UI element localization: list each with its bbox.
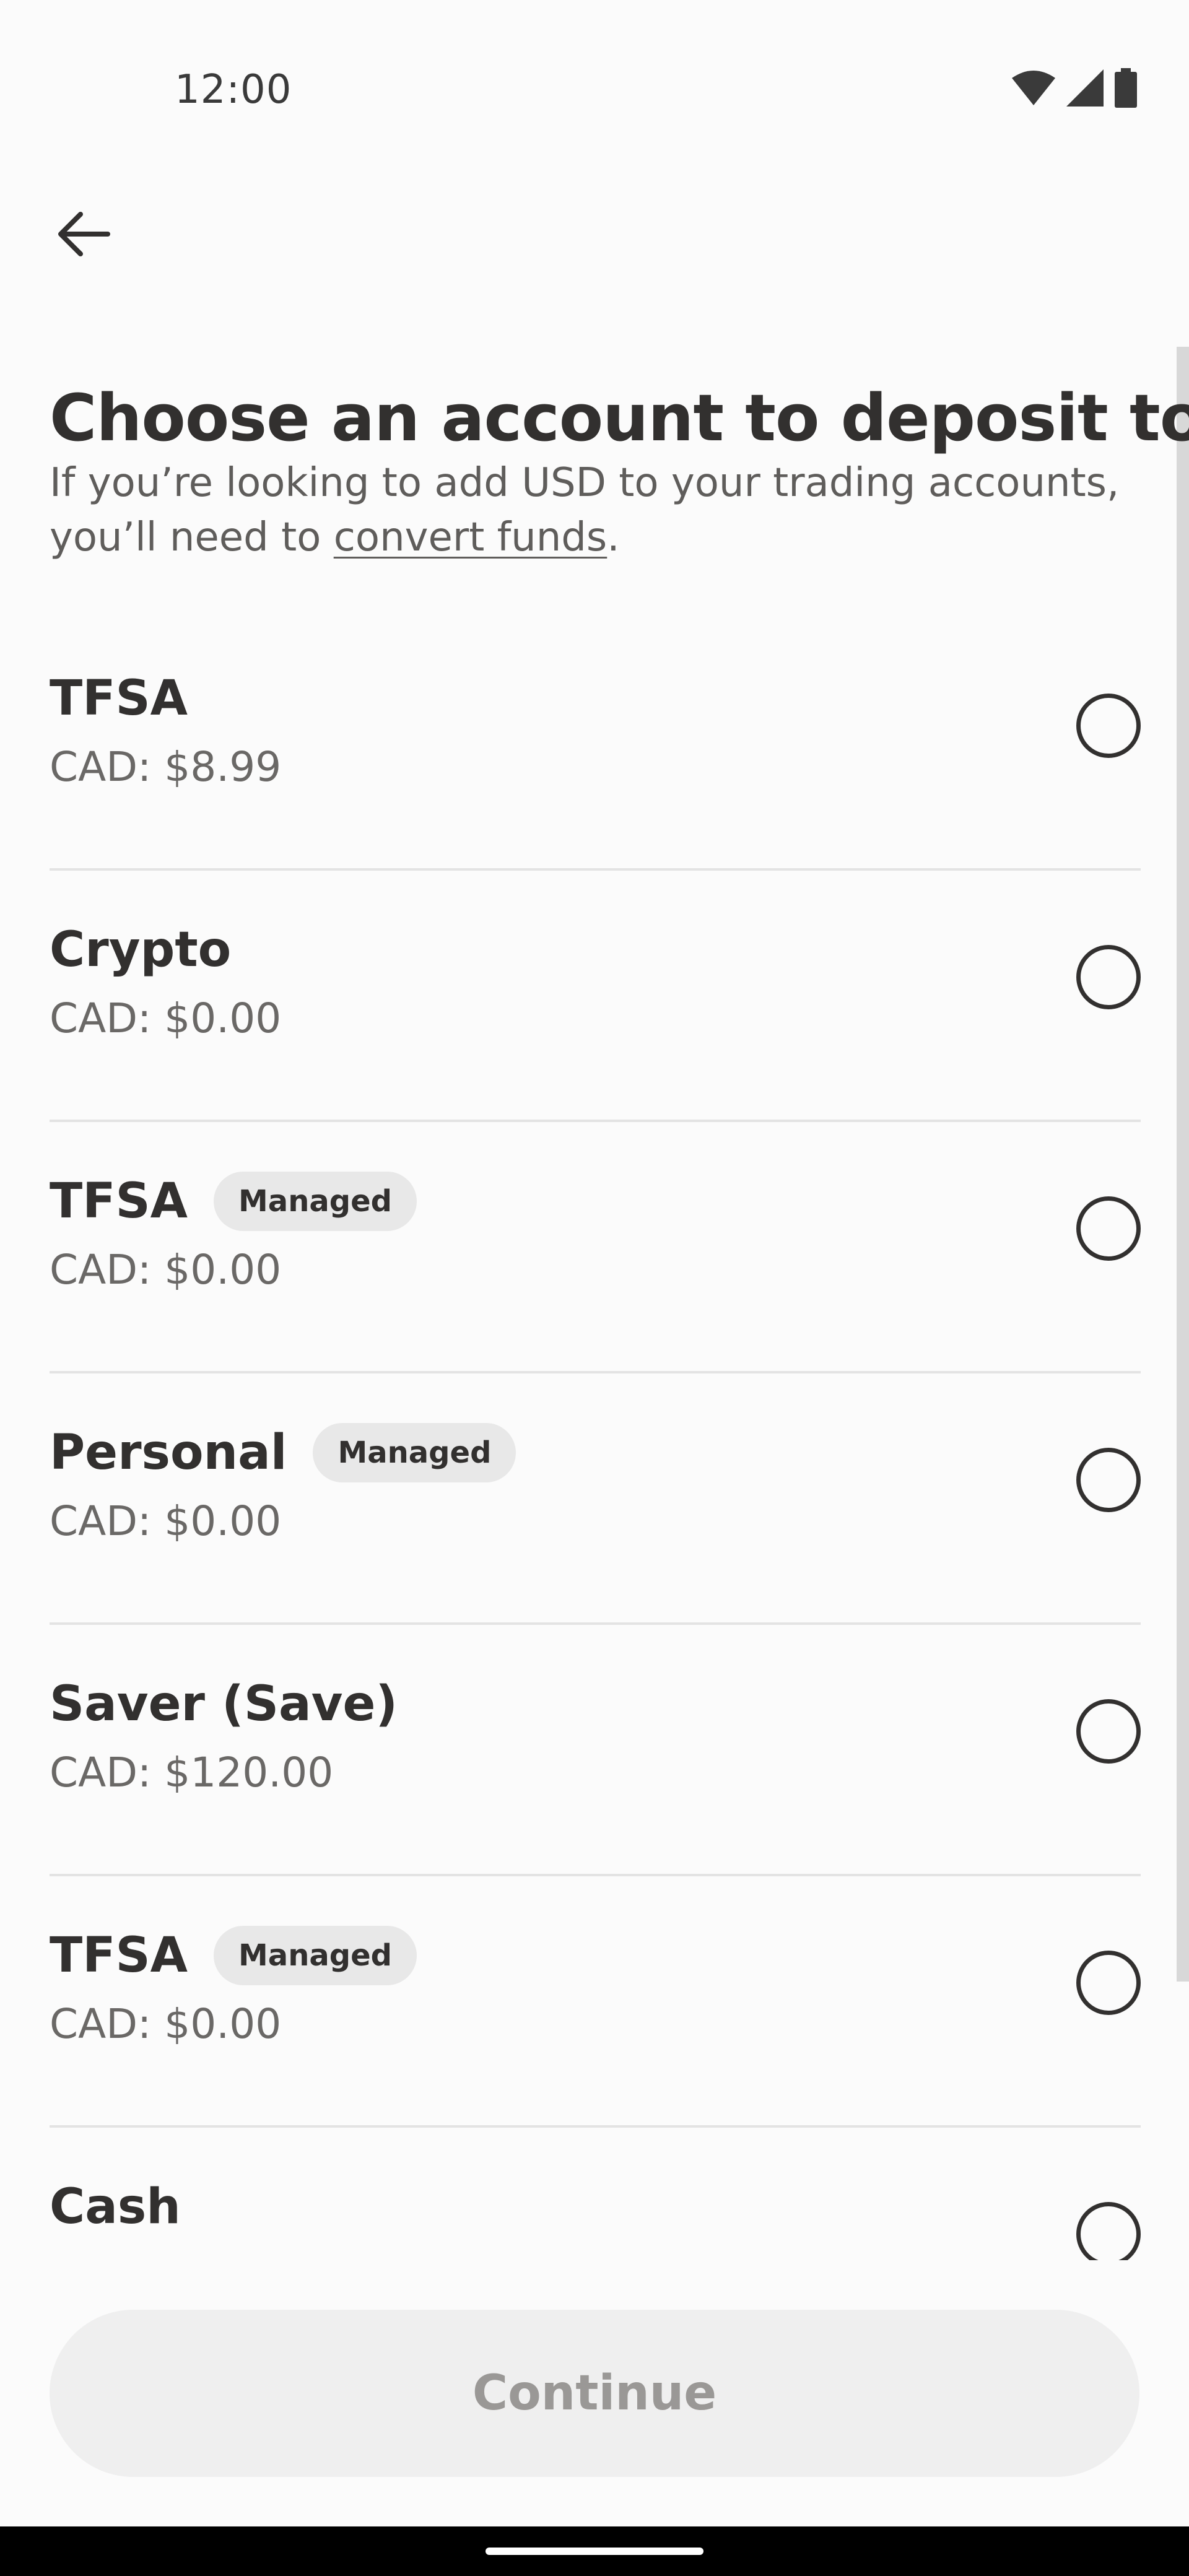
battery-icon (1115, 68, 1137, 110)
page-subtitle: If you’re looking to add USD to your tra… (50, 456, 1139, 565)
managed-badge: Managed (313, 1423, 516, 1482)
account-name-line: Saver (Save) (50, 1673, 398, 1735)
radio-button[interactable] (1076, 694, 1141, 758)
account-name: TFSA (50, 671, 188, 726)
cellular-signal-icon (1066, 69, 1104, 109)
account-balance: CAD: $0.00 (50, 994, 282, 1042)
account-name-line: Personal Managed (50, 1422, 516, 1484)
wifi-icon (1012, 71, 1055, 108)
account-name-line: Crypto (50, 919, 231, 981)
radio-button[interactable] (1076, 2202, 1141, 2260)
account-option-tfsa-managed-2[interactable]: TFSA Managed CAD: $0.00 (50, 1876, 1141, 2128)
home-gesture-handle[interactable] (486, 2548, 703, 2555)
account-option-cash[interactable]: Cash (50, 2128, 1141, 2260)
account-balance: CAD: $0.00 (50, 1246, 282, 1294)
account-balance: CAD: $120.00 (50, 1749, 334, 1796)
back-button[interactable] (47, 198, 121, 272)
account-list: TFSA CAD: $8.99 Crypto CAD: $0.00 TFSA M… (50, 619, 1141, 2260)
managed-badge: Managed (214, 1172, 417, 1231)
account-name: Saver (Save) (50, 1676, 398, 1732)
bottom-bar: Continue (0, 2260, 1189, 2526)
arrow-left-icon (53, 203, 115, 268)
account-name-line: TFSA Managed (50, 1170, 417, 1232)
continue-button[interactable]: Continue (50, 2310, 1139, 2477)
account-name: Personal (50, 1425, 287, 1481)
page-title: Choose an account to deposit to (50, 380, 1189, 456)
account-balance: CAD: $0.00 (50, 1497, 282, 1545)
subtitle-end: . (607, 515, 620, 560)
radio-button[interactable] (1076, 1448, 1141, 1512)
account-option-personal-managed[interactable]: Personal Managed CAD: $0.00 (50, 1373, 1141, 1625)
system-nav-bar (0, 2526, 1189, 2576)
account-balance: CAD: $0.00 (50, 2000, 282, 2048)
scrollbar[interactable] (1177, 347, 1189, 1982)
account-name: Cash (50, 2179, 181, 2235)
account-name: Crypto (50, 922, 232, 978)
radio-button[interactable] (1076, 1196, 1141, 1261)
radio-button[interactable] (1076, 945, 1141, 1009)
account-name: TFSA (50, 1173, 188, 1229)
account-name-line: Cash (50, 2176, 181, 2238)
account-option-crypto[interactable]: Crypto CAD: $0.00 (50, 871, 1141, 1122)
account-name-line: TFSA (50, 668, 188, 729)
account-option-tfsa[interactable]: TFSA CAD: $8.99 (50, 619, 1141, 871)
account-balance: CAD: $8.99 (50, 743, 282, 791)
convert-funds-link[interactable]: convert funds (334, 515, 608, 560)
radio-button[interactable] (1076, 1951, 1141, 2015)
status-bar: 12:00 (0, 0, 1189, 186)
account-option-saver[interactable]: Saver (Save) CAD: $120.00 (50, 1625, 1141, 1876)
account-option-tfsa-managed[interactable]: TFSA Managed CAD: $0.00 (50, 1122, 1141, 1373)
account-name-line: TFSA Managed (50, 1925, 417, 1986)
account-name: TFSA (50, 1928, 188, 1983)
status-time: 12:00 (175, 67, 292, 113)
header: Choose an account to deposit to If you’r… (50, 372, 1189, 565)
radio-button[interactable] (1076, 1699, 1141, 1764)
status-icons (1012, 68, 1137, 110)
managed-badge: Managed (214, 1926, 417, 1985)
